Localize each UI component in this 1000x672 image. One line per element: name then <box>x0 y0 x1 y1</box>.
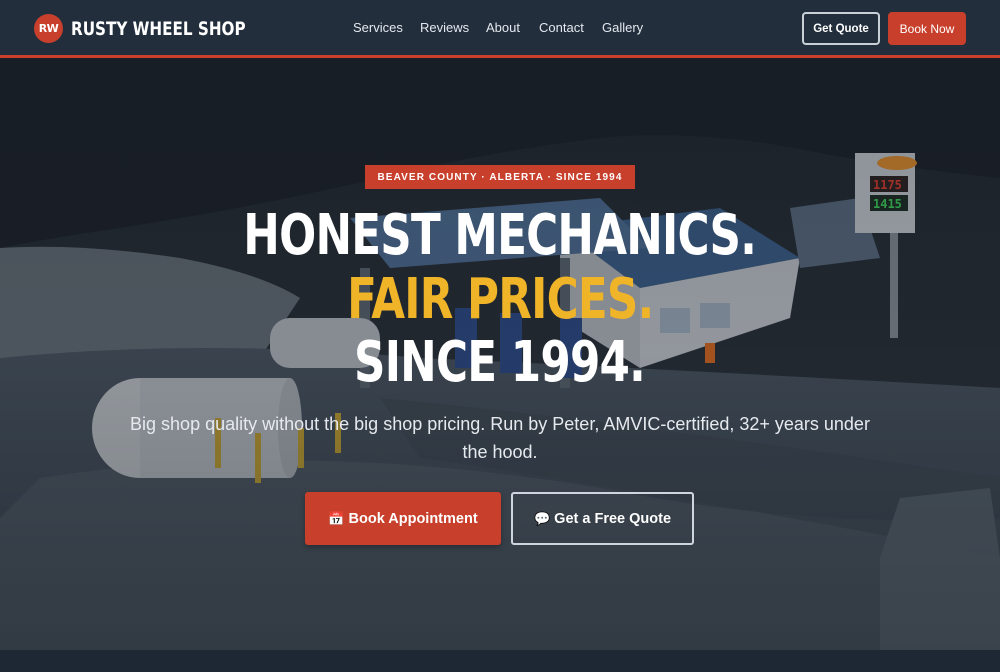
nav-link-about[interactable]: About <box>486 20 520 35</box>
nav-link-contact[interactable]: Contact <box>539 20 584 35</box>
headline-line-2: FAIR PRICES. <box>346 267 654 332</box>
get-quote-button[interactable]: Get Quote <box>802 12 880 45</box>
calendar-icon: 📅 <box>328 510 345 526</box>
top-navbar: RW RUSTY WHEEL SHOP Services Reviews Abo… <box>0 0 1000 58</box>
book-now-button[interactable]: Book Now <box>888 12 966 45</box>
nav-link-reviews[interactable]: Reviews <box>420 20 469 35</box>
hero-subheading: Big shop quality without the big shop pr… <box>130 414 870 462</box>
free-quote-button[interactable]: 💬 Get a Free Quote <box>511 492 694 545</box>
next-section-edge <box>0 650 1000 672</box>
book-appointment-label: Book Appointment <box>348 510 478 527</box>
speech-bubble-icon: 💬 <box>533 510 551 526</box>
headline-line-1: HONEST MECHANICS. <box>243 203 758 268</box>
hero-section: 1175 1415 BEAVER COUNTY · ALBERTA · SINC… <box>0 58 1000 650</box>
location-badge: BEAVER COUNTY · ALBERTA · SINCE 1994 <box>365 165 635 189</box>
headline-line-3: SINCE 1994. <box>354 330 647 395</box>
book-appointment-button[interactable]: 📅 Book Appointment <box>305 492 501 545</box>
free-quote-label: Get a Free Quote <box>554 510 672 527</box>
nav-link-gallery[interactable]: Gallery <box>602 20 643 35</box>
nav-link-services[interactable]: Services <box>353 20 403 35</box>
